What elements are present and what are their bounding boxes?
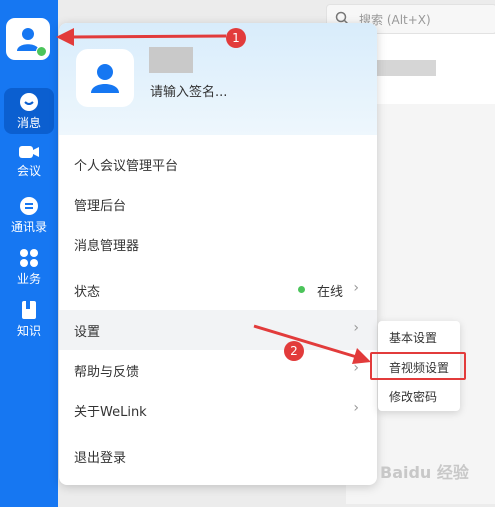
menu-item-label: 退出登录 (74, 451, 127, 466)
menu-item-label: 状态 (74, 285, 101, 300)
watermark: Baidu 经验 (380, 463, 469, 482)
menu-item-label: 设置 (74, 325, 101, 340)
left-rail: 消息 会议 通讯录 业务 知识 (0, 0, 58, 507)
menu-item-label: 帮助与反馈 (74, 365, 140, 380)
annotation-badge-1: 1 (226, 28, 246, 48)
signature-input[interactable]: 请输入签名... (150, 81, 227, 100)
status-value: 在线 (316, 285, 343, 300)
profile-avatar[interactable] (76, 49, 134, 107)
chevron-right-icon: › (353, 280, 359, 296)
rail-label-messages: 消息 (16, 116, 41, 130)
submenu-item-basic-settings[interactable]: 基本设置 (378, 323, 460, 351)
submenu-item-label: 音视频设置 (389, 361, 450, 375)
menu-item-help[interactable]: 帮助与反馈 › (59, 350, 377, 390)
online-status-dot (298, 286, 305, 293)
rail-label-knowledge: 知识 (16, 324, 41, 338)
chevron-right-icon: › (353, 320, 359, 336)
chevron-right-icon: › (353, 360, 359, 376)
username-redacted (149, 47, 193, 73)
video-camera-icon (19, 146, 39, 158)
user-avatar-button[interactable] (6, 18, 50, 60)
menu-item-label: 关于WeLink (74, 405, 147, 420)
contacts-icon (20, 197, 38, 215)
annotation-badge-2: 2 (284, 341, 304, 361)
menu-item-label: 个人会议管理平台 (74, 159, 179, 174)
settings-submenu: 基本设置 音视频设置 修改密码 (370, 321, 466, 411)
user-icon (91, 64, 119, 93)
rail-label-meetings: 会议 (16, 164, 41, 178)
chevron-right-icon: › (353, 400, 359, 416)
menu-item-logout[interactable]: 退出登录 (59, 436, 377, 476)
rail-item-messages[interactable]: 消息 (4, 88, 54, 134)
menu-item-label: 消息管理器 (74, 239, 140, 254)
submenu-item-label: 修改密码 (389, 390, 438, 404)
blurred-content (376, 60, 436, 76)
online-status-dot (36, 46, 47, 57)
rail-item-meetings[interactable]: 会议 (4, 144, 54, 179)
rail-item-contacts[interactable]: 通讯录 (4, 196, 54, 235)
submenu-item-change-password[interactable]: 修改密码 (378, 382, 460, 410)
profile-menu-panel: 请输入签名... 个人会议管理平台 管理后台 消息管理器 状态 在线 › 设置 … (59, 23, 377, 485)
submenu-item-label: 基本设置 (389, 331, 438, 345)
menu-item-message-manager[interactable]: 消息管理器 (59, 224, 377, 264)
menu-item-settings[interactable]: 设置 › (59, 310, 377, 350)
profile-header: 请输入签名... (59, 23, 377, 135)
menu-item-label: 管理后台 (74, 199, 127, 214)
rail-item-knowledge[interactable]: 知识 (4, 300, 54, 339)
apps-grid-icon (20, 249, 38, 267)
rail-label-contacts: 通讯录 (10, 220, 47, 234)
menu-item-status[interactable]: 状态 在线 › (59, 270, 377, 310)
book-icon (22, 301, 36, 319)
menu-item-about[interactable]: 关于WeLink › (59, 390, 377, 430)
menu-item-admin[interactable]: 管理后台 (59, 184, 377, 224)
rail-label-business: 业务 (16, 272, 41, 286)
message-icon (20, 93, 38, 111)
menu-item-meeting-platform[interactable]: 个人会议管理平台 (59, 144, 377, 184)
rail-item-business[interactable]: 业务 (4, 248, 54, 287)
submenu-item-av-settings[interactable]: 音视频设置 (370, 352, 466, 380)
